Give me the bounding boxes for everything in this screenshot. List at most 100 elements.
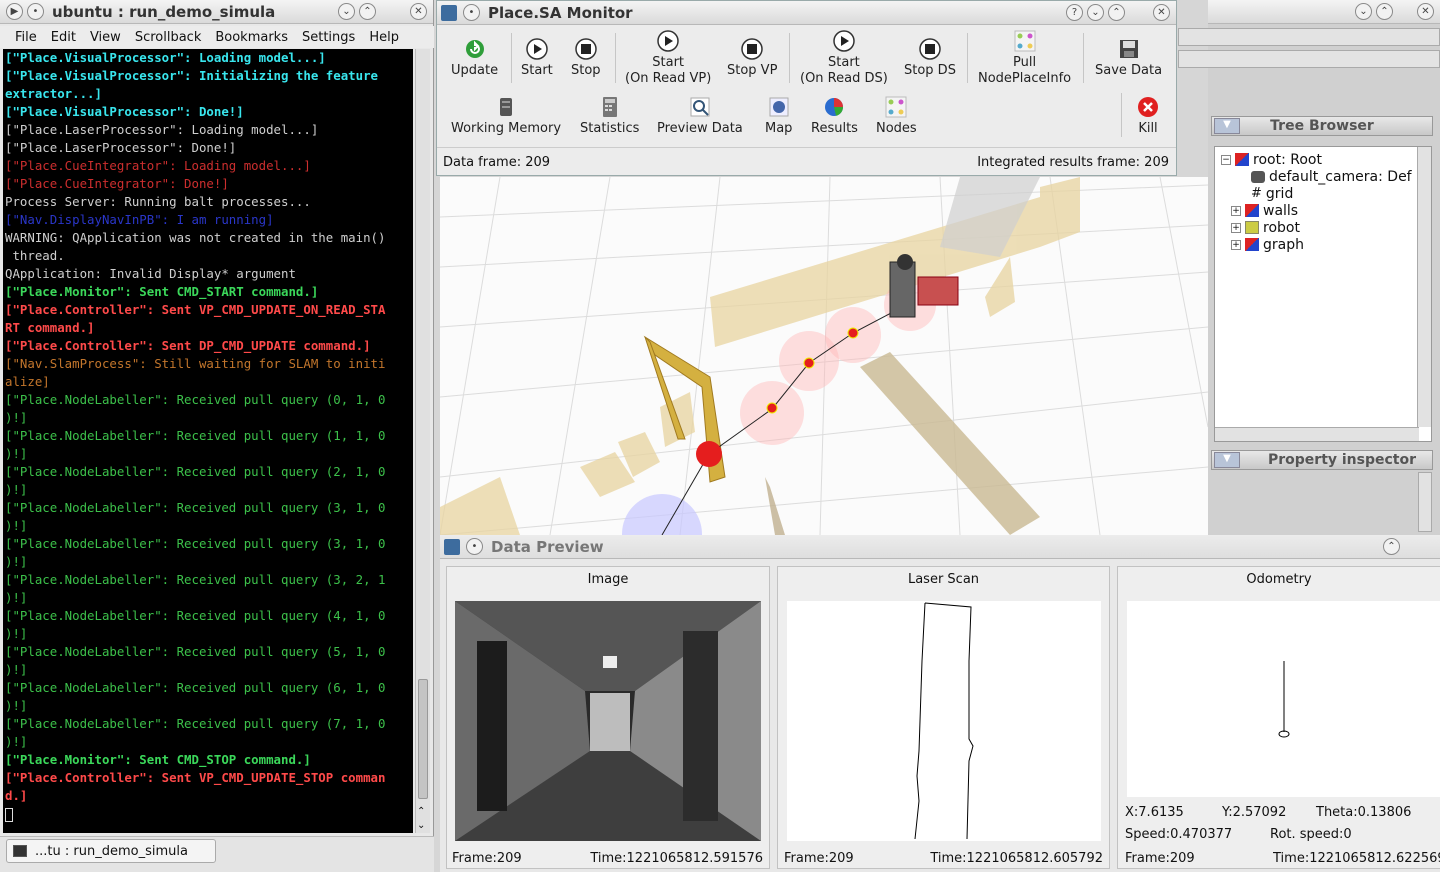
start-button[interactable]: Start xyxy=(521,37,553,79)
nodes-button[interactable]: Nodes xyxy=(876,95,917,137)
menu-scrollback[interactable]: Scrollback xyxy=(128,30,209,45)
3d-scene xyxy=(440,177,1208,535)
terminal-line: )!] xyxy=(5,410,28,425)
terminal-line: ["Place.NodeLabeller": Received pull que… xyxy=(5,608,386,623)
tree-item-label: robot xyxy=(1263,219,1300,236)
terminal-scrollbar[interactable]: ⌃ ⌄ xyxy=(415,49,430,833)
update-button[interactable]: Update xyxy=(451,37,498,79)
tree-item-default-camera[interactable]: default_camera: Def xyxy=(1251,168,1412,185)
odometry-y: Y:2.57092 xyxy=(1222,805,1287,820)
maximize-icon[interactable]: ⌃ xyxy=(1376,3,1393,20)
terminal-line: )!] xyxy=(5,482,28,497)
pin-icon[interactable]: • xyxy=(466,538,483,555)
terminal-session-tab[interactable]: ...tu : run_demo_simula xyxy=(6,839,216,863)
preview-data-button[interactable]: Preview Data xyxy=(657,95,743,137)
maximize-icon[interactable]: ⌃ xyxy=(359,3,376,20)
tree-item-grid[interactable]: # grid xyxy=(1251,185,1293,202)
pull-nodeplaceinfo-button[interactable]: Pull NodePlaceInfo xyxy=(978,29,1071,87)
maximize-icon[interactable]: ⌃ xyxy=(1383,538,1400,555)
camera-image xyxy=(455,601,761,841)
working-memory-button[interactable]: Working Memory xyxy=(451,95,561,137)
menu-edit[interactable]: Edit xyxy=(44,30,83,45)
start-on-read-vp-button[interactable]: Start (On Read VP) xyxy=(625,29,711,87)
tree-item-root[interactable]: − root: Root xyxy=(1221,151,1322,168)
minimize-icon[interactable]: ⌄ xyxy=(1355,3,1372,20)
minimize-icon[interactable]: ⌄ xyxy=(1087,4,1104,21)
stop-icon xyxy=(919,38,941,60)
laser-title: Laser Scan xyxy=(907,572,980,587)
maximize-icon[interactable]: ⌃ xyxy=(1108,4,1125,21)
terminal-line: ["Place.CueIntegrator": Done!] xyxy=(5,176,229,191)
terminal-titlebar[interactable]: ▶ • ubuntu : run_demo_simula ⌄ ⌃ ✕ xyxy=(0,0,433,24)
terminal-line: ["Place.NodeLabeller": Received pull que… xyxy=(5,680,386,695)
stop-ds-button[interactable]: Stop DS xyxy=(904,37,956,79)
tree-browser-header[interactable]: ▼ Tree Browser xyxy=(1211,116,1433,136)
terminal-line: ["Place.Monitor": Sent CMD_STOP command.… xyxy=(5,752,311,767)
property-inspector-header[interactable]: ▼ Property inspector xyxy=(1211,450,1433,470)
collapse-icon[interactable]: ▼ xyxy=(1214,118,1240,134)
start-ds-sublabel: (On Read DS) xyxy=(800,71,888,86)
tree-item-walls[interactable]: + walls xyxy=(1231,202,1298,219)
statistics-button[interactable]: Statistics xyxy=(580,95,639,137)
help-icon[interactable]: ? xyxy=(1066,4,1083,21)
shadow-wall xyxy=(860,352,1040,535)
preview-data-label: Preview Data xyxy=(657,121,743,136)
data-frame-status: Data frame: 209 xyxy=(443,155,551,170)
nodes-label: Nodes xyxy=(876,121,917,136)
minimize-icon[interactable]: ⌄ xyxy=(338,3,355,20)
preview-titlebar[interactable]: • Data Preview ⌃ xyxy=(440,535,1440,559)
terminal-line: ["Place.Controller": Sent VP_CMD_UPDATE_… xyxy=(5,770,386,785)
start-vp-label: Start xyxy=(652,55,685,70)
preview-icon xyxy=(690,97,710,117)
map-label: Map xyxy=(765,121,793,136)
tree-item-label: grid xyxy=(1265,185,1294,202)
expand-node-icon[interactable]: + xyxy=(1231,239,1241,250)
tree-hscrollbar[interactable] xyxy=(1215,427,1419,441)
odometry-speed: Speed:0.470377 xyxy=(1125,827,1233,842)
start-vp-sublabel: (On Read VP) xyxy=(625,71,712,86)
results-button[interactable]: Results xyxy=(811,95,858,137)
tree-item-graph[interactable]: + graph xyxy=(1231,236,1304,253)
terminal-icon xyxy=(13,845,27,857)
close-icon[interactable]: ✕ xyxy=(410,3,427,20)
close-icon[interactable]: ✕ xyxy=(1417,3,1434,20)
stop-vp-button[interactable]: Stop VP xyxy=(727,37,777,79)
menu-view[interactable]: View xyxy=(83,30,128,45)
menu-settings[interactable]: Settings xyxy=(295,30,362,45)
expand-node-icon[interactable]: + xyxy=(1231,205,1241,216)
tree-item-robot[interactable]: + robot xyxy=(1231,219,1300,236)
expand-node-icon[interactable]: + xyxy=(1231,222,1241,233)
camera-icon xyxy=(1251,170,1265,183)
terminal-line: )!] xyxy=(5,518,28,533)
terminal-line: extractor...] xyxy=(5,86,102,101)
terminal-cursor xyxy=(5,805,411,823)
monitor-titlebar[interactable]: • Place.SA Monitor ? ⌄ ⌃ ✕ xyxy=(437,1,1176,25)
start-on-read-ds-button[interactable]: Start (On Read DS) xyxy=(800,29,888,87)
monitor-window: • Place.SA Monitor ? ⌄ ⌃ ✕ Update Start … xyxy=(436,0,1177,176)
collapse-icon[interactable]: ▼ xyxy=(1214,452,1240,468)
tree-vscrollbar[interactable] xyxy=(1417,147,1431,427)
grid-icon: # xyxy=(1251,186,1262,201)
terminal-line: d.] xyxy=(5,788,28,803)
3d-scene-view[interactable] xyxy=(440,177,1208,535)
terminal-output[interactable]: ["Place.VisualProcessor": Loading model.… xyxy=(3,49,413,833)
collapse-node-icon[interactable]: − xyxy=(1221,154,1231,165)
graph-icon xyxy=(1245,238,1259,251)
window-menu-icon[interactable]: ▶ xyxy=(6,3,23,20)
map-button[interactable]: Map xyxy=(765,95,792,137)
save-data-button[interactable]: Save Data xyxy=(1095,37,1162,79)
close-icon[interactable]: ✕ xyxy=(1153,4,1170,21)
menu-bookmarks[interactable]: Bookmarks xyxy=(208,30,295,45)
stop-button[interactable]: Stop xyxy=(571,37,601,79)
menu-help[interactable]: Help xyxy=(362,30,406,45)
terminal-line: ["Place.Controller": Sent DP_CMD_UPDATE … xyxy=(5,338,371,353)
preview-title: Data Preview xyxy=(491,537,604,556)
pin-icon[interactable]: • xyxy=(463,4,480,21)
menu-file[interactable]: File xyxy=(8,30,44,45)
pin-icon[interactable]: • xyxy=(27,3,44,20)
property-scrollbar[interactable] xyxy=(1418,472,1432,532)
terminal-line: ["Place.NodeLabeller": Received pull que… xyxy=(5,644,386,659)
kill-button[interactable]: Kill xyxy=(1136,95,1160,137)
tree-browser[interactable]: − root: Root default_camera: Def # grid … xyxy=(1214,146,1432,442)
viewer-titlebar[interactable]: ⌄ ⌃ ✕ xyxy=(1208,0,1440,24)
